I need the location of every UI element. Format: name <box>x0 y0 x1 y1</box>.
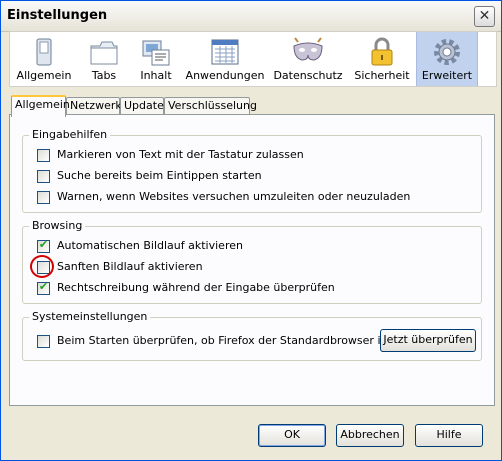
close-button[interactable]: ✕ <box>474 6 495 27</box>
title-bar: Einstellungen ✕ <box>1 1 501 32</box>
group-browsing: Browsing ✔ Automatischen Bildlauf aktivi… <box>22 219 482 304</box>
tab-netzwerk[interactable]: Netzwerk <box>66 97 122 115</box>
toolbar-item-allgemein[interactable]: Allgemein <box>10 32 78 86</box>
help-button[interactable]: Hilfe <box>415 424 483 447</box>
highlight-circle <box>30 255 54 278</box>
checkbox-label[interactable]: Beim Starten überprüfen, ob Firefox der … <box>57 334 391 347</box>
gear-icon <box>434 39 460 65</box>
checkbox[interactable] <box>37 149 50 162</box>
group-systemeinstellungen: Systemeinstellungen Beim Starten überprü… <box>22 310 482 361</box>
toolbar-label: Erweitert <box>421 69 473 82</box>
checkbox-label[interactable]: Warnen, wenn Websites versuchen umzuleit… <box>57 190 410 203</box>
mask-icon <box>293 37 323 61</box>
checkbox-label[interactable]: Sanften Bildlauf aktivieren <box>57 260 203 273</box>
checkbox-label[interactable]: Markieren von Text mit der Tastatur zula… <box>57 148 304 161</box>
toolbar-item-erweitert[interactable]: Erweitert <box>416 32 478 86</box>
content-icon <box>142 40 170 66</box>
preferences-window: Einstellungen ✕ Allgemein Tabs Inhalt An… <box>0 0 502 461</box>
switch-icon <box>36 38 52 66</box>
cancel-button[interactable]: Abbrechen <box>336 424 404 447</box>
group-title: Systemeinstellungen <box>29 310 151 323</box>
preferences-toolbar: Allgemein Tabs Inhalt Anwendungen Datens… <box>9 31 497 87</box>
toolbar-item-anwendungen[interactable]: Anwendungen <box>182 32 268 86</box>
tab-panel-allgemein: Eingabehilfen Markieren von Text mit der… <box>9 114 495 406</box>
close-icon: ✕ <box>478 8 491 24</box>
checkbox-label[interactable]: Automatischen Bildlauf aktivieren <box>57 239 243 252</box>
checkbox[interactable] <box>37 335 50 348</box>
toolbar-label: Sicherheit <box>354 69 410 82</box>
group-title: Eingabehilfen <box>29 128 111 141</box>
toolbar-item-tabs[interactable]: Tabs <box>78 32 130 86</box>
toolbar-item-sicherheit[interactable]: Sicherheit <box>348 32 416 86</box>
window-title: Einstellungen <box>7 8 108 23</box>
group-title: Browsing <box>29 219 86 232</box>
toolbar-item-datenschutz[interactable]: Datenschutz <box>268 32 348 86</box>
checkbox[interactable]: ✔ <box>37 238 50 253</box>
checkbox-label[interactable]: Rechtschreibung während der Eingabe über… <box>57 281 335 294</box>
tabs-icon <box>90 41 118 65</box>
checkbox[interactable] <box>37 170 50 183</box>
tab-allgemein[interactable]: Allgemein <box>11 95 70 117</box>
toolbar-label: Inhalt <box>140 69 172 82</box>
tab-update[interactable]: Update <box>120 97 164 115</box>
ok-button[interactable]: OK <box>258 424 326 447</box>
tab-verschluesselung[interactable]: Verschlüsselung <box>164 97 257 115</box>
toolbar-label: Allgemein <box>16 69 72 82</box>
check-now-button[interactable]: Jetzt überprüfen <box>380 329 476 352</box>
group-eingabehilfen: Eingabehilfen Markieren von Text mit der… <box>22 128 482 213</box>
checkmark-icon: ✔ <box>38 280 49 293</box>
checkbox-label[interactable]: Suche bereits beim Eintippen starten <box>57 169 262 182</box>
lock-icon <box>371 37 393 66</box>
checkbox[interactable]: ✔ <box>37 280 50 295</box>
applications-icon <box>211 39 239 65</box>
checkbox[interactable] <box>37 191 50 204</box>
toolbar-label: Anwendungen <box>185 69 265 82</box>
checkmark-icon: ✔ <box>38 238 49 251</box>
toolbar-item-inhalt[interactable]: Inhalt <box>130 32 182 86</box>
toolbar-label: Tabs <box>91 69 117 82</box>
toolbar-label: Datenschutz <box>273 69 343 82</box>
